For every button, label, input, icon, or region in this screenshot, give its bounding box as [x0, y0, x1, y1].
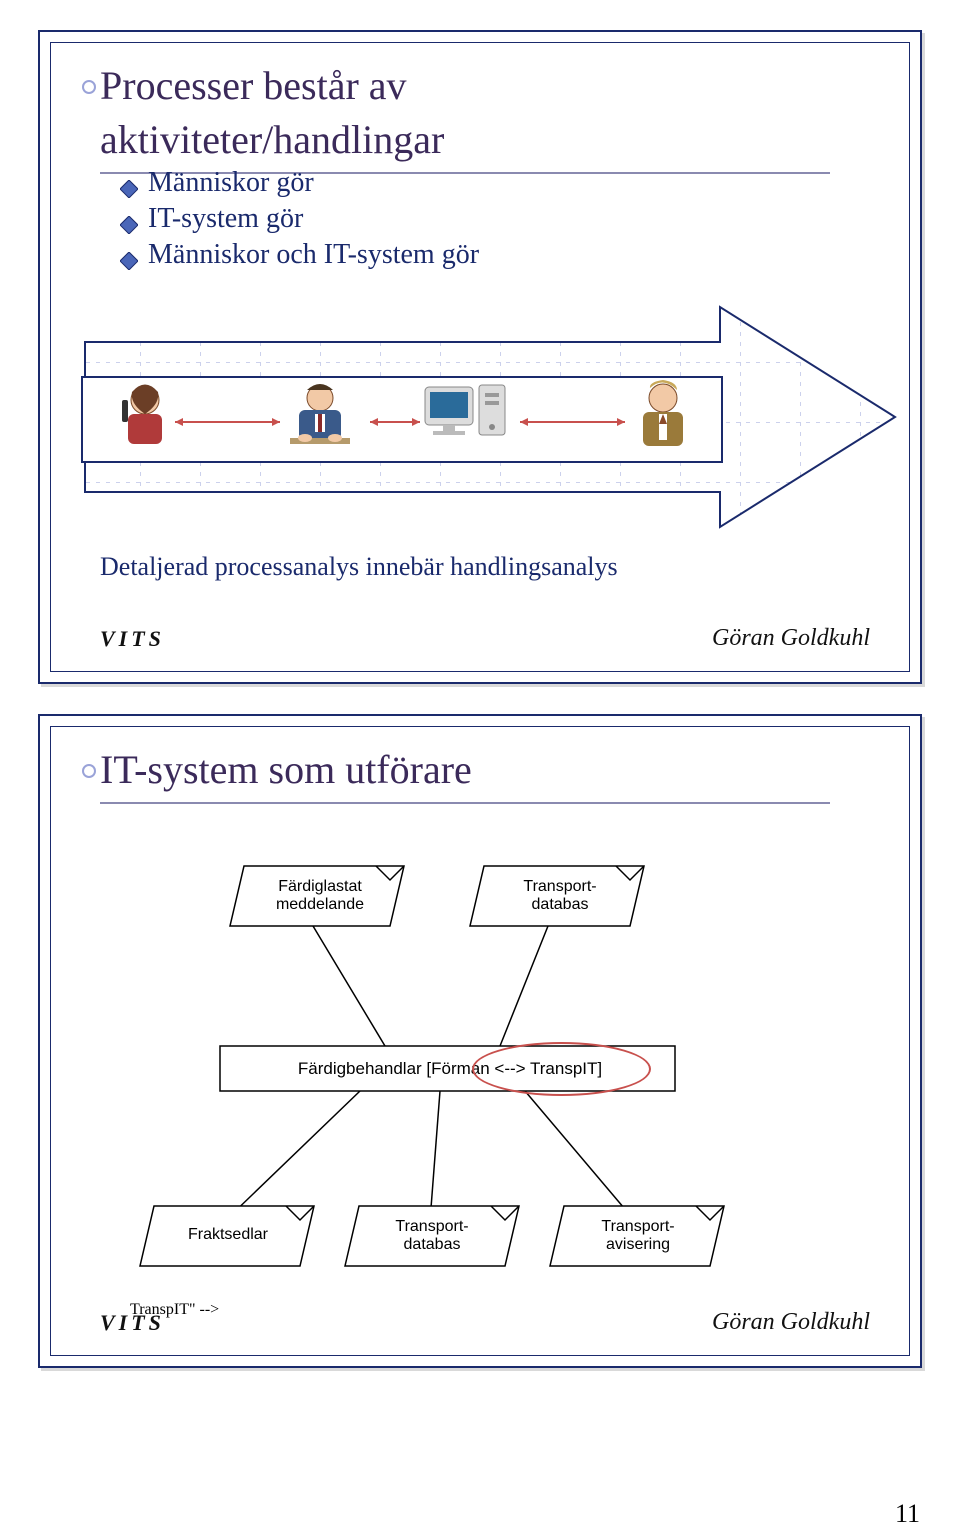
bullet-item: Människor och IT-system gör	[120, 239, 479, 271]
title-underline	[100, 802, 830, 804]
flow-diagram: Färdiglastat meddelande Transport- datab…	[130, 846, 830, 1296]
box-label: Fraktsedlar	[158, 1226, 298, 1244]
box-label: Transport- avisering	[568, 1218, 708, 1254]
title-block: IT-system som utförare	[100, 746, 860, 804]
slide-1: Processer består av aktiviteter/handling…	[38, 30, 922, 684]
vits-logo: VITS	[100, 626, 165, 652]
box-label: Transport- databas	[362, 1218, 502, 1254]
slide-title-line2: aktiviteter/handlingar	[100, 116, 860, 164]
bullet-text: Människor och IT-system gör	[148, 239, 479, 271]
box-label: Transport- databas	[490, 878, 630, 914]
title-anchor-icon	[82, 80, 96, 94]
vits-logo: VITS	[100, 1310, 165, 1336]
slide-2: IT-system som utförare	[38, 714, 922, 1368]
title-anchor-icon	[82, 764, 96, 778]
bullet-text: IT-system gör	[148, 203, 303, 235]
author-name: Göran Goldkuhl	[712, 625, 870, 652]
page-number: 11	[895, 1499, 920, 1529]
diamond-icon	[120, 246, 138, 264]
bullet-text: Människor gör	[148, 167, 314, 199]
box-label: Färdiglastat meddelande	[250, 878, 390, 914]
title-block: Processer består av aktiviteter/handling…	[100, 62, 860, 174]
author-name: Göran Goldkuhl	[712, 1309, 870, 1336]
bullets-list: Människor gör IT-system gör Människor oc…	[120, 167, 479, 275]
slide-footnote: Detaljerad processanalys innebär handlin…	[100, 552, 618, 582]
diamond-icon	[120, 174, 138, 192]
slide-title-line1: Processer består av	[100, 62, 860, 110]
process-arrow-figure	[80, 302, 900, 532]
highlight-ellipse-icon	[472, 1042, 651, 1096]
bullet-item: IT-system gör	[120, 203, 479, 235]
diamond-icon	[120, 210, 138, 228]
slide-title: IT-system som utförare	[100, 746, 860, 794]
bullet-item: Människor gör	[120, 167, 479, 199]
